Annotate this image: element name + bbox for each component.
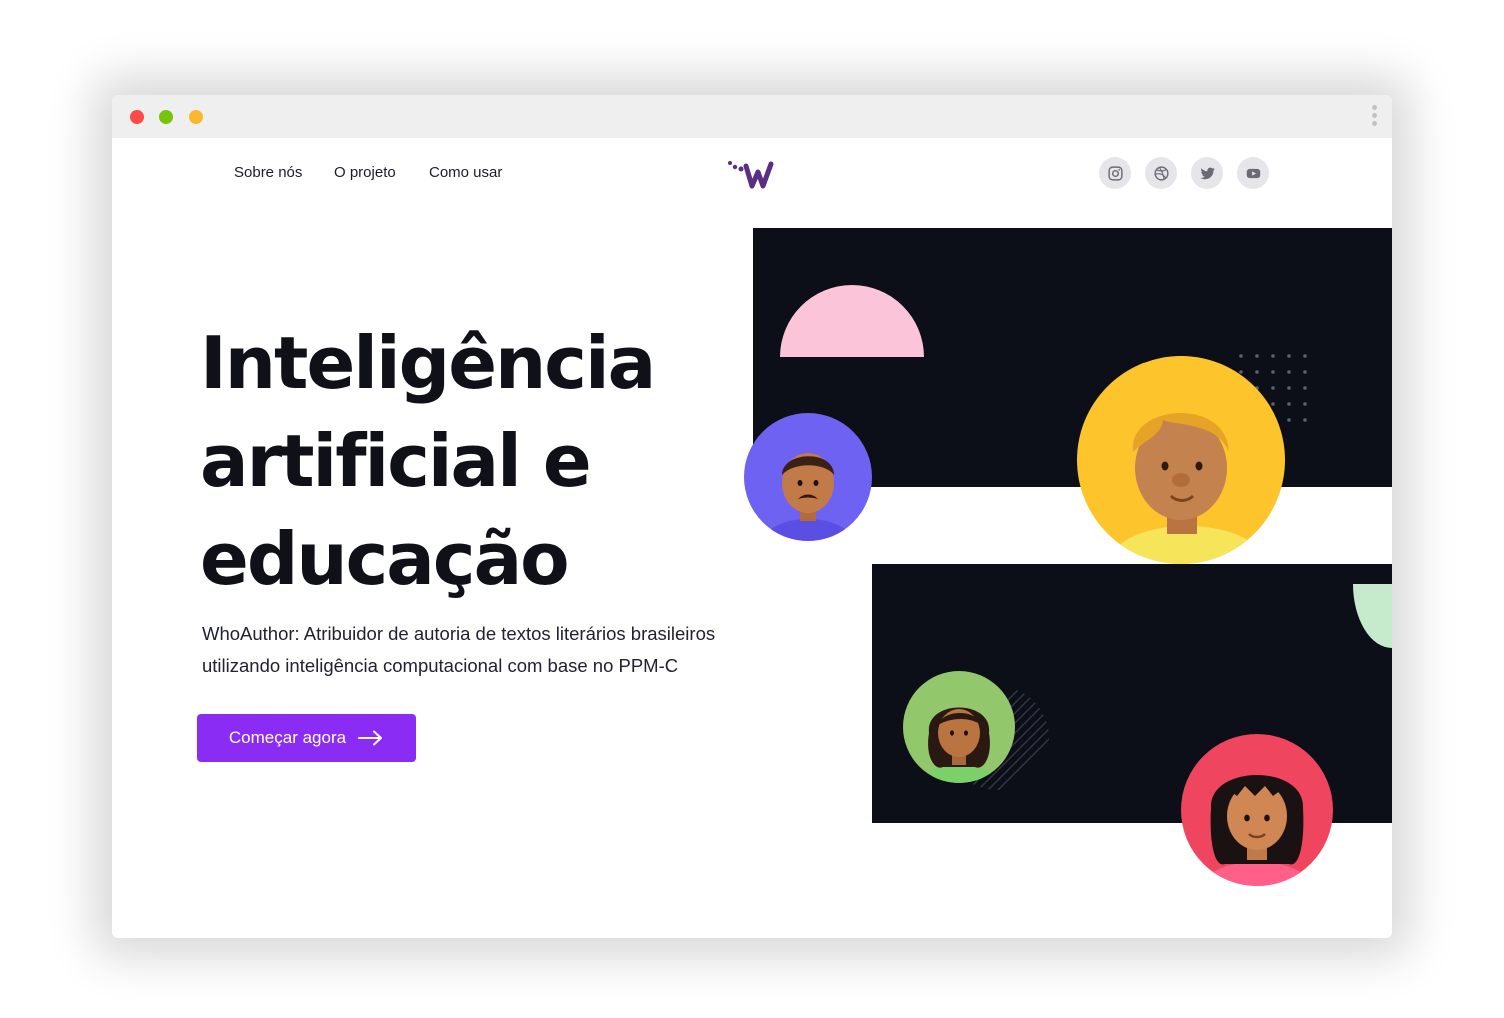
arrow-right-icon bbox=[358, 730, 383, 746]
pink-half-circle-decoration bbox=[780, 285, 924, 357]
browser-window: Sobre nós O projeto Como usar Inteligênc… bbox=[112, 95, 1392, 938]
hero-title-line-2: artificial e bbox=[200, 419, 592, 503]
avatar-girl-green bbox=[903, 671, 1015, 783]
twitter-icon bbox=[1199, 167, 1215, 179]
hero-subtitle-line-2: utilizando inteligência computacional co… bbox=[202, 655, 679, 676]
avatar-girl-red bbox=[1181, 734, 1333, 886]
avatar-blond-man-yellow bbox=[1077, 356, 1285, 564]
hero-title: Inteligência artificial e educação bbox=[200, 314, 760, 608]
maximize-window-button[interactable] bbox=[159, 110, 173, 124]
kebab-menu-icon[interactable] bbox=[1372, 105, 1378, 129]
nav-link-o-projeto[interactable]: O projeto bbox=[334, 164, 396, 181]
browser-titlebar bbox=[112, 95, 1392, 138]
twitter-button[interactable] bbox=[1191, 157, 1223, 189]
hero-title-line-3: educação bbox=[200, 517, 570, 601]
youtube-button[interactable] bbox=[1237, 157, 1269, 189]
hero-title-line-1: Inteligência bbox=[200, 321, 656, 405]
dribbble-button[interactable] bbox=[1145, 157, 1177, 189]
nav-link-como-usar[interactable]: Como usar bbox=[429, 164, 502, 181]
hero-subtitle: WhoAuthor: Atribuidor de autoria de text… bbox=[202, 618, 782, 682]
minimize-window-button[interactable] bbox=[189, 110, 203, 124]
mint-quarter-circle-decoration bbox=[1353, 584, 1392, 648]
youtube-icon bbox=[1246, 168, 1260, 178]
instagram-icon bbox=[1107, 165, 1123, 181]
hero-subtitle-line-1: WhoAuthor: Atribuidor de autoria de text… bbox=[202, 623, 716, 644]
start-now-label: Começar agora bbox=[228, 728, 347, 747]
instagram-button[interactable] bbox=[1099, 157, 1131, 189]
start-now-button[interactable]: Começar agora bbox=[197, 714, 416, 762]
landing-page: Sobre nós O projeto Como usar Inteligênc… bbox=[112, 138, 1392, 938]
close-window-button[interactable] bbox=[130, 110, 144, 124]
nav-link-sobre-nos[interactable]: Sobre nós bbox=[234, 164, 302, 181]
avatar-boy-purple bbox=[744, 413, 872, 541]
dribbble-icon bbox=[1153, 165, 1169, 181]
whoauthor-logo[interactable] bbox=[726, 158, 778, 190]
